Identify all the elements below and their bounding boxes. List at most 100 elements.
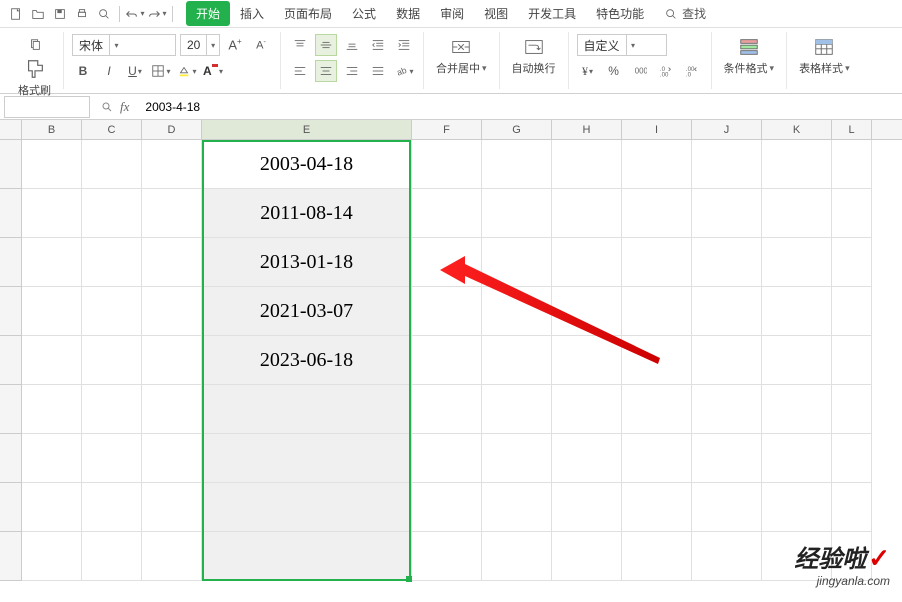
cell[interactable]: [82, 483, 142, 532]
cell[interactable]: [552, 336, 622, 385]
cell[interactable]: [552, 189, 622, 238]
cell[interactable]: [762, 336, 832, 385]
decrease-indent-button[interactable]: [367, 34, 389, 56]
percent-button[interactable]: %: [603, 60, 625, 82]
cell[interactable]: [22, 385, 82, 434]
wrap-text-button[interactable]: 自动换行: [508, 34, 560, 78]
cell[interactable]: 2011-08-14: [202, 189, 412, 238]
column-header-E[interactable]: E: [202, 120, 412, 139]
cell[interactable]: [142, 434, 202, 483]
cell[interactable]: [412, 532, 482, 581]
cell[interactable]: [412, 434, 482, 483]
name-box[interactable]: [4, 96, 90, 118]
cell[interactable]: [82, 287, 142, 336]
cell[interactable]: [692, 336, 762, 385]
cell[interactable]: [482, 385, 552, 434]
increase-decimal-button[interactable]: .0.00: [655, 60, 677, 82]
row-header[interactable]: [0, 532, 22, 581]
cell[interactable]: [202, 385, 412, 434]
cell[interactable]: [832, 434, 872, 483]
font-name-select[interactable]: 宋体 ▾: [72, 34, 176, 56]
cell[interactable]: [832, 287, 872, 336]
column-header-G[interactable]: G: [482, 120, 552, 139]
cell[interactable]: [142, 189, 202, 238]
cell[interactable]: [832, 336, 872, 385]
print-icon[interactable]: [72, 4, 92, 24]
row-header[interactable]: [0, 336, 22, 385]
cell[interactable]: 2013-01-18: [202, 238, 412, 287]
orientation-button[interactable]: ab▾: [393, 60, 415, 82]
column-header-I[interactable]: I: [622, 120, 692, 139]
increase-font-button[interactable]: A+: [224, 34, 246, 56]
cell[interactable]: [552, 287, 622, 336]
cell[interactable]: [552, 238, 622, 287]
fx-icon[interactable]: fx: [120, 99, 129, 115]
conditional-format-button[interactable]: 条件格式▾: [720, 34, 779, 78]
column-header-D[interactable]: D: [142, 120, 202, 139]
cell[interactable]: [412, 238, 482, 287]
cell[interactable]: [692, 434, 762, 483]
cell[interactable]: [832, 483, 872, 532]
align-center-button[interactable]: [315, 60, 337, 82]
row-header[interactable]: [0, 140, 22, 189]
column-header-H[interactable]: H: [552, 120, 622, 139]
cell[interactable]: [202, 483, 412, 532]
cell[interactable]: [552, 532, 622, 581]
cell[interactable]: [482, 238, 552, 287]
undo-icon[interactable]: ▾: [125, 4, 145, 24]
cell[interactable]: [692, 483, 762, 532]
tab-review[interactable]: 审阅: [430, 1, 474, 26]
comma-button[interactable]: 000: [629, 60, 651, 82]
cell[interactable]: [552, 140, 622, 189]
cell[interactable]: [22, 532, 82, 581]
justify-button[interactable]: [367, 60, 389, 82]
cell[interactable]: [552, 385, 622, 434]
cell[interactable]: [82, 238, 142, 287]
cell[interactable]: [692, 238, 762, 287]
cell[interactable]: [142, 287, 202, 336]
row-header[interactable]: [0, 385, 22, 434]
cell[interactable]: [622, 532, 692, 581]
cell[interactable]: 2003-04-18: [202, 140, 412, 189]
cell[interactable]: [142, 238, 202, 287]
cell[interactable]: [622, 189, 692, 238]
cell[interactable]: [482, 532, 552, 581]
row-header[interactable]: [0, 189, 22, 238]
cell[interactable]: [622, 483, 692, 532]
cell[interactable]: [482, 140, 552, 189]
column-header-L[interactable]: L: [832, 120, 872, 139]
select-all-corner[interactable]: [0, 120, 22, 139]
tab-insert[interactable]: 插入: [230, 1, 274, 26]
cell[interactable]: [22, 140, 82, 189]
cell[interactable]: [142, 385, 202, 434]
row-header[interactable]: [0, 238, 22, 287]
cell[interactable]: [22, 483, 82, 532]
cell[interactable]: [412, 140, 482, 189]
bold-button[interactable]: B: [72, 60, 94, 82]
new-doc-icon[interactable]: [6, 4, 26, 24]
align-left-button[interactable]: [289, 60, 311, 82]
cell[interactable]: [622, 434, 692, 483]
cell[interactable]: 2021-03-07: [202, 287, 412, 336]
cell[interactable]: [142, 483, 202, 532]
cell[interactable]: [622, 287, 692, 336]
decrease-font-button[interactable]: A-: [250, 34, 272, 56]
align-bottom-button[interactable]: [341, 34, 363, 56]
cell[interactable]: [692, 189, 762, 238]
cell[interactable]: [832, 238, 872, 287]
merge-center-button[interactable]: 合并居中▾: [432, 34, 491, 78]
cell[interactable]: [82, 189, 142, 238]
tab-view[interactable]: 视图: [474, 1, 518, 26]
cell[interactable]: [142, 532, 202, 581]
cell[interactable]: [412, 189, 482, 238]
cell[interactable]: [762, 189, 832, 238]
save-icon[interactable]: [50, 4, 70, 24]
underline-button[interactable]: U▾: [124, 60, 146, 82]
cell[interactable]: [22, 287, 82, 336]
cell[interactable]: [82, 434, 142, 483]
cell[interactable]: [202, 434, 412, 483]
tab-start[interactable]: 开始: [186, 1, 230, 26]
table-style-button[interactable]: 表格样式▾: [795, 34, 854, 78]
tab-data[interactable]: 数据: [386, 1, 430, 26]
namebox-dropdown-icon[interactable]: [100, 96, 114, 118]
